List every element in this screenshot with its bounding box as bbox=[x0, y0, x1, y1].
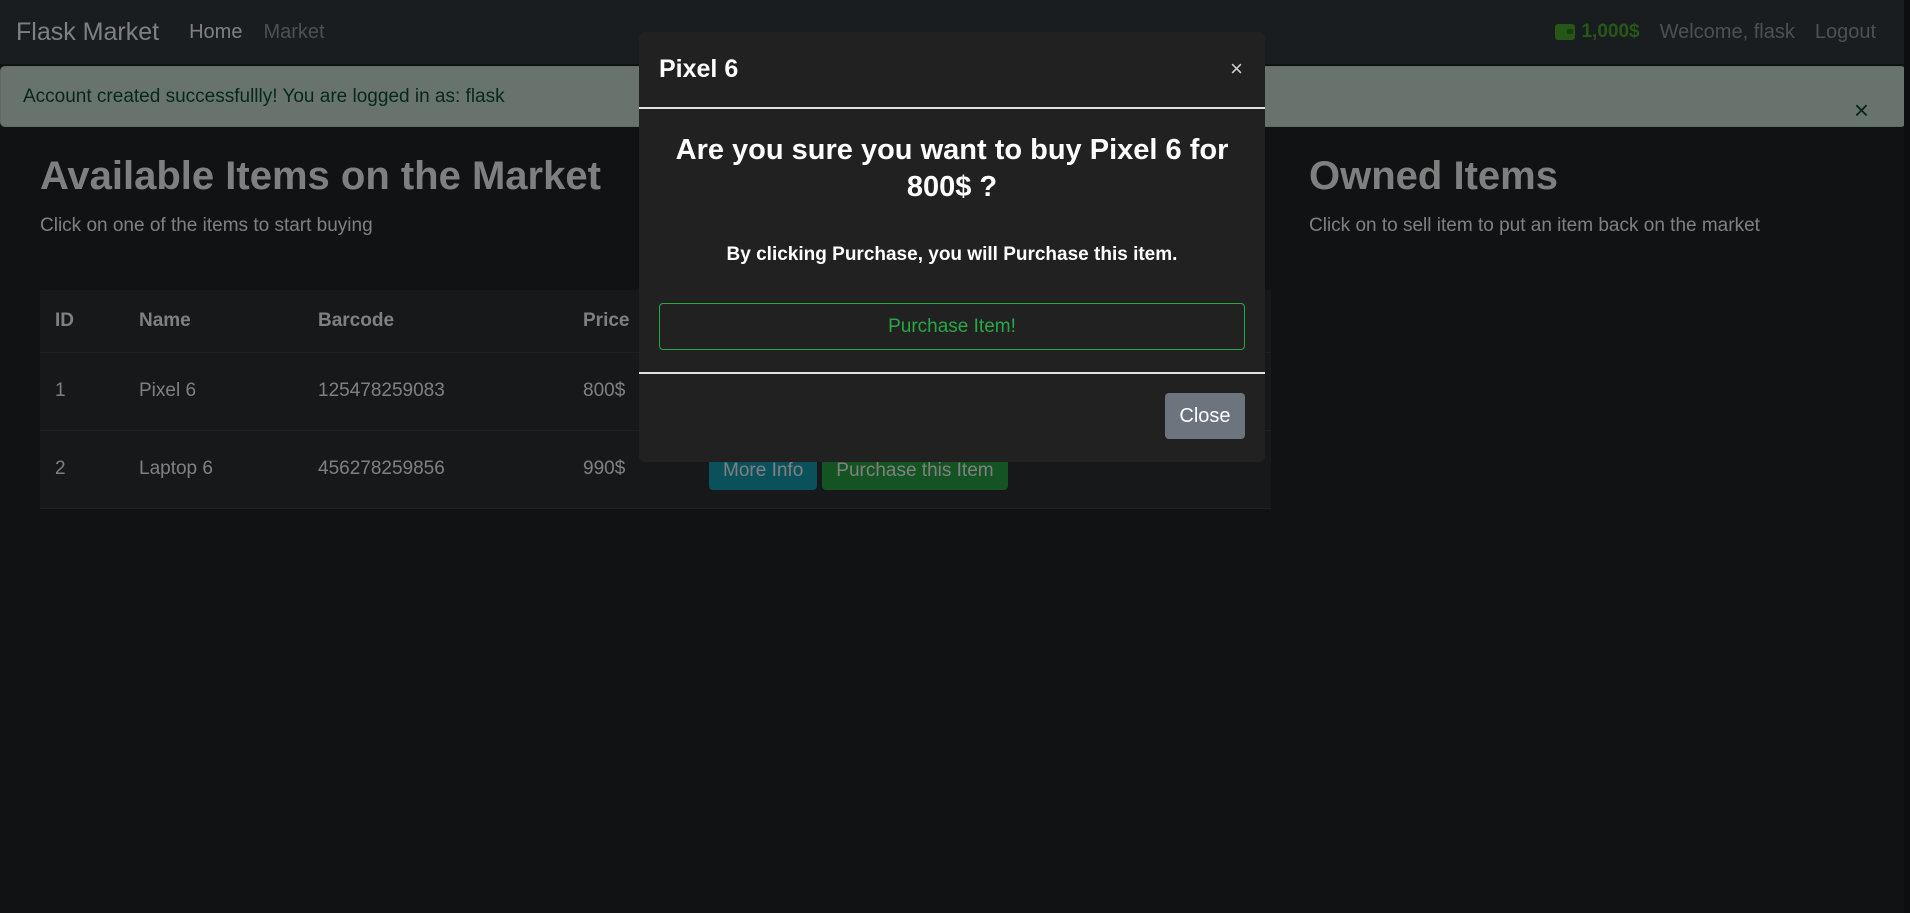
close-button[interactable]: Close bbox=[1165, 393, 1245, 439]
purchase-modal: Pixel 6 × Are you sure you want to buy P… bbox=[639, 32, 1265, 462]
modal-footer: Close bbox=[639, 372, 1265, 462]
modal-header: Pixel 6 × bbox=[639, 32, 1265, 109]
modal-title: Pixel 6 bbox=[659, 55, 739, 83]
confirm-note: By clicking Purchase, you will Purchase … bbox=[726, 244, 1178, 265]
close-icon[interactable]: × bbox=[1230, 58, 1243, 80]
confirm-question: Are you sure you want to buy Pixel 6 for… bbox=[675, 134, 1229, 203]
modal-body: Are you sure you want to buy Pixel 6 for… bbox=[639, 132, 1265, 350]
purchase-confirm-button[interactable]: Purchase Item! bbox=[659, 303, 1245, 350]
